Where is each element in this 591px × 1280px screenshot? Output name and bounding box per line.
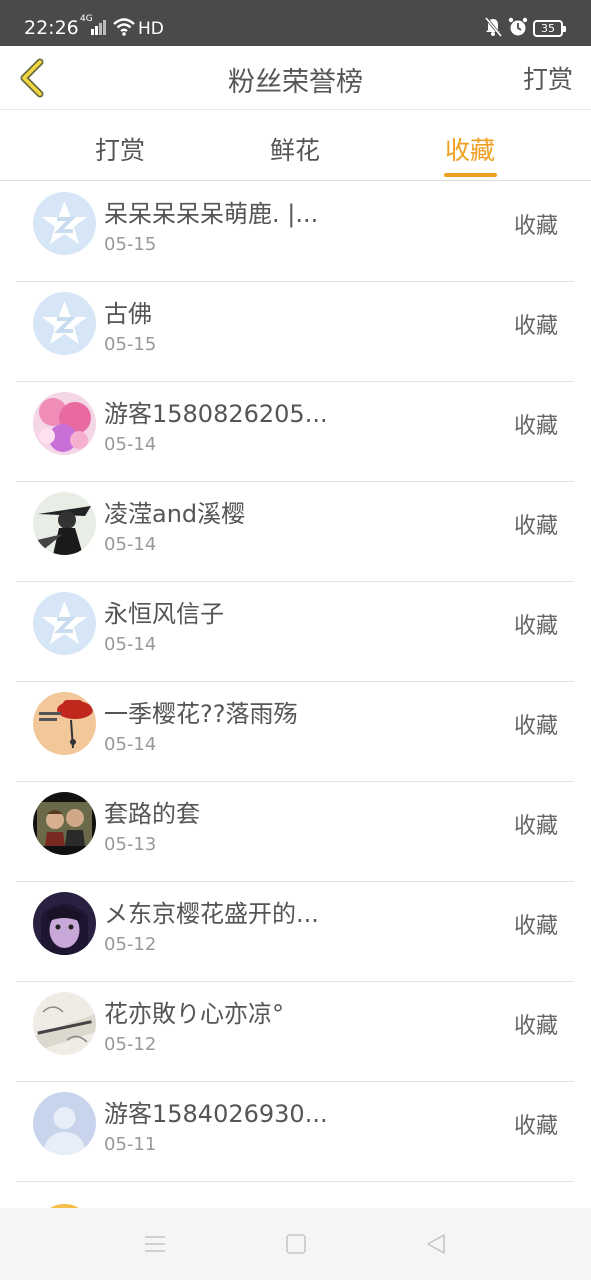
fan-date: 05-14 <box>104 434 157 455</box>
list-item[interactable]: 游客1584026930... 05-11 收藏 <box>16 1082 574 1182</box>
list-item[interactable]: 花亦敗り心亦凉° 05-12 收藏 <box>16 982 574 1082</box>
tab-flowers[interactable]: 鲜花 <box>270 131 320 167</box>
status-time: 22:26 <box>24 17 79 39</box>
list-item[interactable]: 凌滢and溪樱 05-14 收藏 <box>16 482 574 582</box>
list-item[interactable]: 古佛 05-15 收藏 <box>16 282 574 382</box>
list-item[interactable]: 呆呆呆呆呆萌鹿. |... 05-15 收藏 <box>16 182 574 282</box>
fan-list[interactable]: 呆呆呆呆呆萌鹿. |... 05-15 收藏 古佛 05-15 收藏 游客158… <box>0 182 591 1208</box>
default-star-avatar <box>33 592 96 655</box>
action-label: 收藏 <box>513 414 558 439</box>
fan-name: メ东京樱花盛开的... <box>104 900 319 928</box>
default-person-avatar <box>33 1092 96 1155</box>
fan-name: 永恒风信子 <box>104 600 224 628</box>
action-label: 收藏 <box>513 314 558 339</box>
fan-name: 游客1580826205... <box>104 400 328 428</box>
fan-name: 古佛 <box>104 300 152 328</box>
anime-girl-avatar <box>33 392 96 455</box>
fan-date: 05-12 <box>104 934 157 955</box>
fan-date: 05-13 <box>104 834 157 855</box>
action-label: 收藏 <box>513 1114 558 1139</box>
fan-date: 05-15 <box>104 334 157 355</box>
list-item[interactable]: メ东京樱花盛开的... 05-12 收藏 <box>16 882 574 982</box>
fan-date: 05-15 <box>104 234 157 255</box>
battery-indicator: 35 <box>533 20 566 37</box>
sketch-text-avatar <box>33 992 96 1055</box>
list-item[interactable]: 一季樱花??落雨殇 05-14 收藏 <box>16 682 574 782</box>
wifi-icon <box>113 18 135 40</box>
action-label: 收藏 <box>513 514 558 539</box>
fan-name: 凌滢and溪樱 <box>104 500 246 528</box>
hat-sketch-avatar <box>33 692 96 755</box>
menu-icon[interactable] <box>143 1232 167 1256</box>
system-navigation-bar <box>0 1208 591 1280</box>
monochrome-figure-avatar <box>33 492 96 555</box>
action-label: 收藏 <box>513 914 558 939</box>
action-label: 收藏 <box>513 614 558 639</box>
navigation-bar: 粉丝荣誉榜 打赏 <box>0 46 591 110</box>
home-icon[interactable] <box>284 1232 308 1256</box>
fan-name: 套路的套 <box>104 800 200 828</box>
fan-date: 05-14 <box>104 734 157 755</box>
fan-name: 一季樱花??落雨殇 <box>104 700 298 728</box>
fan-date: 05-14 <box>104 534 157 555</box>
bell-muted-icon <box>484 17 503 41</box>
girl-photo-avatar <box>33 892 96 955</box>
tab-bar: 打赏 鲜花 收藏 <box>0 111 591 181</box>
page-title: 粉丝荣誉榜 <box>228 67 363 98</box>
action-label: 收藏 <box>513 714 558 739</box>
status-bar: 22:26 4G HD 35 <box>0 0 591 46</box>
back-triangle-icon[interactable] <box>424 1232 448 1256</box>
default-star-avatar <box>33 192 96 255</box>
hd-indicator: HD <box>138 19 164 39</box>
action-label: 收藏 <box>513 1014 558 1039</box>
list-item[interactable]: 游客1580826205... 05-14 收藏 <box>16 382 574 482</box>
tab-reward[interactable]: 打赏 <box>95 131 145 167</box>
fan-date: 05-14 <box>104 634 157 655</box>
reward-button[interactable]: 打赏 <box>523 60 573 96</box>
signal-icon <box>91 19 107 39</box>
fan-date: 05-12 <box>104 1034 157 1055</box>
tab-favorites[interactable]: 收藏 <box>445 131 495 167</box>
active-tab-indicator <box>444 173 497 177</box>
fan-name: 游客1584026930... <box>104 1100 328 1128</box>
list-item[interactable]: 套路的套 05-13 收藏 <box>16 782 574 882</box>
list-item[interactable]: 永恒风信子 05-14 收藏 <box>16 582 574 682</box>
default-star-avatar <box>33 292 96 355</box>
fan-name: 花亦敗り心亦凉° <box>104 1000 284 1028</box>
fan-name: 呆呆呆呆呆萌鹿. |... <box>104 200 319 228</box>
alarm-icon <box>508 17 528 41</box>
fan-date: 05-11 <box>104 1134 157 1155</box>
couple-photo-avatar <box>33 792 96 855</box>
action-label: 收藏 <box>513 214 558 239</box>
action-label: 收藏 <box>513 814 558 839</box>
